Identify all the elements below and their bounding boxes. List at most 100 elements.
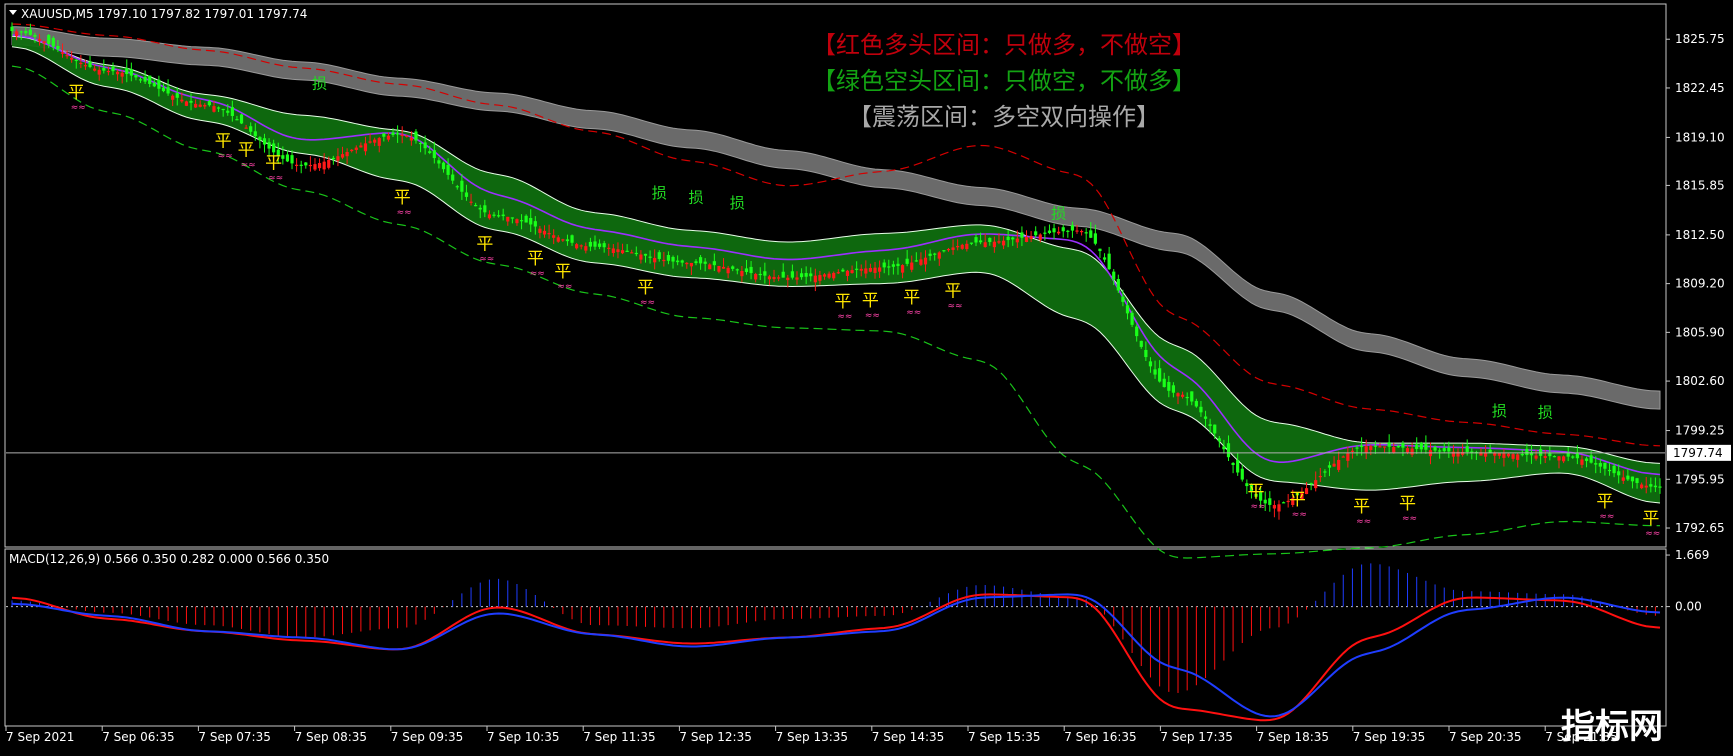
candle-body bbox=[519, 220, 524, 222]
candle-body bbox=[515, 219, 519, 224]
candle-body bbox=[630, 252, 634, 254]
candle-body bbox=[1387, 442, 1391, 447]
candle-body bbox=[1438, 450, 1442, 452]
candle-body bbox=[1272, 505, 1276, 509]
candle-body bbox=[51, 37, 55, 47]
candle-body bbox=[960, 244, 964, 249]
candle-body bbox=[327, 160, 331, 168]
candle-body bbox=[1084, 232, 1088, 234]
candle-body bbox=[97, 69, 101, 75]
candle-body bbox=[533, 221, 537, 227]
candle-body bbox=[1635, 478, 1639, 484]
candle-body bbox=[244, 127, 248, 129]
current-price-label: 1797.74 bbox=[1673, 446, 1723, 460]
flat-marker: 平 bbox=[215, 131, 232, 151]
candle-body bbox=[1162, 378, 1166, 388]
candle-body bbox=[299, 164, 303, 166]
purple-signal-line bbox=[11, 34, 1661, 476]
candle-body bbox=[919, 259, 923, 265]
candle-body bbox=[1121, 296, 1125, 302]
candle-body bbox=[547, 233, 551, 235]
candle-body bbox=[845, 270, 850, 276]
candle-body bbox=[180, 99, 184, 102]
candle-body bbox=[1360, 445, 1364, 448]
candle-body bbox=[1543, 456, 1547, 459]
candle-body bbox=[1653, 485, 1658, 488]
candle-body bbox=[1415, 444, 1419, 449]
candle-body bbox=[1327, 465, 1332, 468]
candle-body bbox=[368, 141, 372, 143]
candle-body bbox=[492, 214, 496, 216]
candle-body bbox=[832, 272, 836, 279]
candle-body bbox=[763, 271, 767, 276]
candle-body bbox=[249, 126, 253, 132]
chart-svg[interactable]: 平≈≈平≈≈ 平≈≈ 平≈≈平≈≈平≈≈ 平≈≈ 平≈≈ 平≈≈ 平≈≈平≈≈平≈≈平≈≈平… bbox=[0, 0, 1733, 752]
candle-body bbox=[827, 273, 831, 278]
candle-body bbox=[584, 246, 588, 251]
candle-body bbox=[138, 79, 143, 81]
candle-body bbox=[143, 76, 147, 82]
candle-body bbox=[125, 67, 129, 74]
candle-body bbox=[377, 138, 381, 146]
candle-body bbox=[1502, 453, 1506, 458]
candle-body bbox=[607, 247, 611, 249]
triangle-down-icon[interactable] bbox=[9, 10, 17, 15]
candle-body bbox=[83, 65, 88, 67]
candle-body bbox=[1079, 230, 1084, 233]
flat-marker: 平 bbox=[1289, 490, 1306, 510]
candle-body bbox=[864, 268, 868, 274]
candle-body bbox=[396, 133, 400, 135]
flat-marker: 平 bbox=[68, 83, 85, 103]
candle-body bbox=[414, 131, 418, 141]
candle-body bbox=[1373, 445, 1377, 447]
wave-marker-icon: ≈≈ bbox=[1402, 514, 1417, 524]
candle-body bbox=[900, 265, 905, 273]
candle-body bbox=[1208, 424, 1212, 426]
main-plot[interactable]: 平≈≈平≈≈ 平≈≈ 平≈≈平≈≈平≈≈ 平≈≈ 平≈≈ 平≈≈ 平≈≈平≈≈平≈≈平≈≈平… bbox=[6, 22, 1665, 559]
candle-body bbox=[717, 265, 721, 272]
candle-body bbox=[382, 133, 386, 137]
candle-body bbox=[451, 174, 455, 181]
candle-body bbox=[207, 101, 211, 106]
stop-marker: 损 bbox=[652, 184, 667, 202]
candle-body bbox=[111, 66, 115, 72]
candle-body bbox=[28, 29, 32, 35]
candle-body bbox=[1552, 456, 1557, 458]
stop-marker: 损 bbox=[688, 189, 703, 207]
candle-body bbox=[1281, 502, 1286, 504]
wave-marker-icon: ≈≈ bbox=[948, 301, 963, 311]
candle-body bbox=[455, 186, 459, 188]
time-tick-label: 7 Sep 11:35 bbox=[583, 730, 655, 744]
candle-body bbox=[712, 261, 716, 266]
candle-body bbox=[258, 137, 262, 141]
time-tick-label: 7 Sep 09:35 bbox=[391, 730, 463, 744]
candle-body bbox=[469, 201, 473, 203]
candle-body bbox=[221, 108, 225, 111]
candle-body bbox=[1075, 230, 1079, 232]
candle-body bbox=[565, 239, 570, 242]
candle-body bbox=[721, 266, 726, 269]
candle-body bbox=[891, 264, 895, 267]
candle-body bbox=[602, 243, 606, 248]
candle-body bbox=[923, 257, 928, 265]
candle-body bbox=[1061, 227, 1065, 232]
candle-body bbox=[914, 260, 918, 262]
price-tick-label: 1819.10 bbox=[1675, 130, 1725, 144]
candle-body bbox=[317, 163, 322, 169]
candle-body bbox=[685, 262, 689, 265]
candle-body bbox=[653, 257, 657, 263]
candle-body bbox=[432, 150, 436, 159]
candle-body bbox=[1144, 349, 1148, 358]
candle-body bbox=[363, 143, 368, 152]
candle-body bbox=[1112, 271, 1116, 280]
candle-body bbox=[1043, 232, 1047, 234]
candle-body bbox=[1185, 396, 1189, 399]
candle-body bbox=[804, 273, 808, 277]
macd-plot[interactable] bbox=[6, 563, 1665, 722]
candle-body bbox=[887, 266, 891, 268]
price-tick-label: 1822.45 bbox=[1675, 81, 1725, 95]
candle-body bbox=[33, 34, 37, 37]
candle-body bbox=[744, 268, 749, 273]
wave-marker-icon: ≈≈ bbox=[530, 269, 545, 279]
macd-signal-line bbox=[11, 593, 1661, 722]
